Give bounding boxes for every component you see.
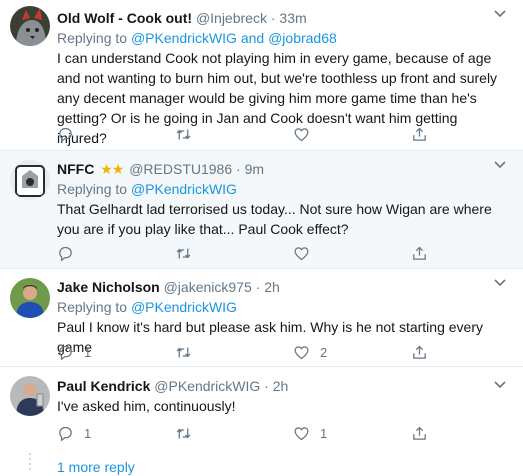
- avatar-old-wolf[interactable]: [10, 6, 50, 46]
- like-icon: [294, 246, 309, 260]
- display-name[interactable]: Old Wolf - Cook out!: [57, 10, 192, 26]
- retweet-button[interactable]: [175, 423, 202, 443]
- thread-connector-dots: [29, 453, 31, 473]
- reply-count: 1: [84, 344, 92, 360]
- share-button[interactable]: [411, 243, 428, 263]
- chevron-down-icon[interactable]: [493, 157, 507, 171]
- display-name[interactable]: Jake Nicholson: [57, 279, 160, 295]
- like-button[interactable]: [293, 243, 320, 263]
- reply-button[interactable]: [57, 243, 84, 263]
- tweet-text: I've asked him, continuously!: [57, 398, 236, 414]
- separator-dot: ·: [255, 279, 261, 295]
- separator-dot: ·: [236, 161, 241, 177]
- timestamp[interactable]: 2h: [264, 279, 280, 295]
- avatar-nffc[interactable]: [10, 160, 50, 200]
- replying-to-label: Replying to: [57, 30, 128, 46]
- replying-to-label: Replying to: [57, 181, 128, 197]
- reply-button[interactable]: [57, 124, 84, 144]
- like-button[interactable]: 2: [293, 342, 327, 362]
- tweet-header: Old Wolf - Cook out! @Injebreck · 33m: [57, 8, 509, 28]
- display-name[interactable]: NFFC: [57, 161, 94, 177]
- tweet-header: NFFC ★★ @REDSTU1986 · 9m: [57, 159, 509, 179]
- mention-link[interactable]: @jobrad68: [268, 30, 337, 46]
- like-count: 1: [320, 425, 328, 441]
- retweet-icon: [176, 428, 191, 438]
- more-replies-link[interactable]: 1 more reply: [57, 458, 135, 476]
- reply-count: 1: [84, 425, 92, 441]
- replying-to-line: Replying to @PKendrickWIG: [57, 297, 509, 317]
- mention-link[interactable]: @PKendrickWIG: [131, 181, 237, 197]
- reply-icon: [59, 127, 72, 143]
- retweet-button[interactable]: [175, 243, 202, 263]
- tweet-3[interactable]: Jake Nicholson @jakenick975 · 2h Replyin…: [0, 269, 523, 367]
- user-handle[interactable]: @REDSTU1986: [129, 161, 232, 177]
- like-button[interactable]: 1: [293, 423, 327, 443]
- mention-link[interactable]: @PKendrickWIG: [131, 30, 237, 46]
- reply-icon: [59, 426, 72, 442]
- timestamp[interactable]: 2h: [273, 378, 289, 394]
- retweet-button[interactable]: [175, 342, 202, 362]
- user-handle[interactable]: @jakenick975: [164, 279, 252, 295]
- share-icon: [413, 127, 426, 141]
- avatar-paul-kendrick[interactable]: [10, 376, 50, 416]
- star-emoji: ★★: [100, 161, 124, 177]
- timestamp[interactable]: 9m: [245, 161, 264, 177]
- retweet-icon: [176, 248, 191, 258]
- tweet-2[interactable]: NFFC ★★ @REDSTU1986 · 9m Replying to @PK…: [0, 151, 523, 269]
- timestamp[interactable]: 33m: [279, 10, 306, 26]
- share-icon: [413, 426, 426, 440]
- like-icon: [294, 345, 309, 359]
- display-name[interactable]: Paul Kendrick: [57, 378, 150, 394]
- reply-button[interactable]: 1: [57, 423, 91, 443]
- chevron-down-icon[interactable]: [493, 275, 507, 289]
- like-count: 2: [320, 344, 328, 360]
- chevron-down-icon[interactable]: [493, 6, 507, 20]
- reply-button[interactable]: 1: [57, 342, 91, 362]
- replying-to-line: Replying to @PKendrickWIG: [57, 179, 509, 199]
- like-icon: [294, 426, 309, 440]
- mention-link[interactable]: @PKendrickWIG: [131, 299, 237, 315]
- and-label: and: [240, 30, 265, 46]
- share-button[interactable]: [411, 124, 428, 144]
- chevron-down-icon[interactable]: [493, 377, 507, 391]
- tweet-header: Jake Nicholson @jakenick975 · 2h: [57, 277, 509, 297]
- share-button[interactable]: [411, 342, 428, 362]
- tweet-text: That Gelhardt lad terrorised us today...…: [57, 201, 492, 237]
- user-handle[interactable]: @Injebreck: [196, 10, 267, 26]
- reply-icon: [59, 246, 72, 262]
- replying-to-line: Replying to @PKendrickWIG and @jobrad68: [57, 28, 509, 48]
- avatar-jake-nicholson[interactable]: [10, 278, 50, 318]
- separator-dot: ·: [264, 378, 269, 394]
- tweet-header: Paul Kendrick @PKendrickWIG · 2h: [57, 376, 509, 396]
- reply-icon: [59, 345, 72, 361]
- user-handle[interactable]: @PKendrickWIG: [154, 378, 260, 394]
- retweet-icon: [176, 347, 191, 357]
- share-icon: [413, 246, 426, 260]
- like-button[interactable]: [293, 124, 320, 144]
- share-button[interactable]: [411, 423, 428, 443]
- retweet-button[interactable]: [175, 124, 202, 144]
- share-icon: [413, 345, 426, 359]
- tweet-1[interactable]: Old Wolf - Cook out! @Injebreck · 33m Re…: [0, 0, 523, 151]
- like-icon: [294, 127, 309, 141]
- replying-to-label: Replying to: [57, 299, 128, 315]
- separator-dot: ·: [270, 10, 276, 26]
- retweet-icon: [176, 129, 191, 139]
